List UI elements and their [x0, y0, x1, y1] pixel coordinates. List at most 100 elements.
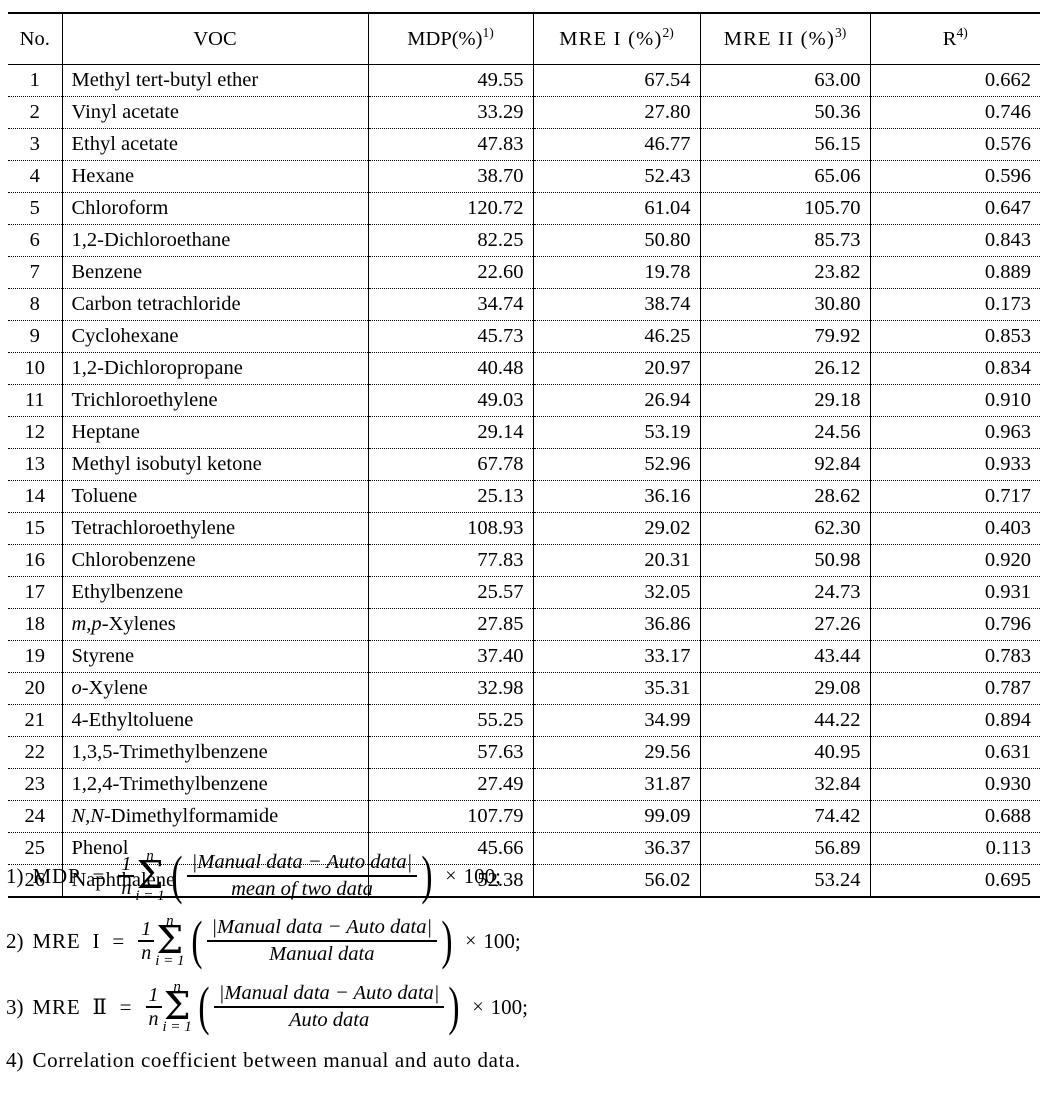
cell-mdp: 67.78 [367, 448, 533, 481]
cell-mre2: 105.70 [699, 192, 870, 225]
cell-r: 0.963 [869, 416, 1040, 449]
cell-mre2: 40.95 [699, 736, 870, 769]
column-header-mre2: MRE II (%)3) [699, 12, 870, 65]
cell-voc-name: 1,2-Dichloroethane [61, 224, 368, 257]
column-header-r: R4) [869, 12, 1040, 65]
cell-no: 18 [8, 608, 62, 641]
cell-no: 12 [8, 416, 62, 449]
cell-mre2: 62.30 [699, 512, 870, 545]
cell-mre1: 46.25 [532, 320, 700, 353]
cell-voc-name: 4-Ethyltoluene [61, 704, 368, 737]
cell-r: 0.403 [869, 512, 1040, 545]
footnote-2-marker: 2) [6, 928, 24, 953]
cell-no: 19 [8, 640, 62, 673]
cell-r: 0.596 [869, 160, 1040, 193]
footnote-1-coef-denominator: n [121, 876, 132, 899]
cell-no: 9 [8, 320, 62, 353]
voc-comparison-table: No. VOC MDP(%)1) MRE I (%)2) MRE II (%)3… [8, 12, 1040, 898]
footnote-1-coefficient: 1 n [118, 853, 135, 899]
footnote-2-roman: I [92, 928, 101, 953]
cell-voc-name: Methyl tert-butyl ether [61, 64, 368, 97]
table-row: 8 Carbon tetrachloride 34.74 38.74 30.80 0.17… [8, 288, 1040, 321]
cell-mdp: 33.29 [367, 96, 533, 129]
cell-r: 0.894 [869, 704, 1040, 737]
cell-r: 0.717 [869, 480, 1040, 513]
multiply-icon: × [465, 929, 477, 952]
footnote-mdp: 1) MDP = 1 n n Σ i = 1 ( |Manual data − … [6, 845, 1041, 907]
voc-italic-prefix: m,p [71, 613, 102, 635]
right-paren-icon: ) [421, 845, 433, 906]
cell-no: 20 [8, 672, 62, 705]
cell-no: 5 [8, 192, 62, 225]
cell-mdp: 27.85 [367, 608, 533, 641]
column-header-mre1-label: MRE I (%) [559, 27, 663, 50]
cell-mre1: 99.09 [532, 800, 700, 833]
cell-mdp: 27.49 [367, 768, 533, 801]
column-header-no-label: No. [19, 27, 50, 50]
footnote-3-coef-numerator: 1 [148, 983, 159, 1006]
cell-mdp: 77.83 [367, 544, 533, 577]
footnote-2-ratio-numerator: |Manual data − Auto data| [211, 916, 433, 939]
table-row: 18 m,p-Xylenes 27.85 36.86 27.26 0.796 [8, 608, 1040, 641]
footnote-2-coefficient: 1 n [138, 918, 155, 964]
table-row: 23 1,2,4-Trimethylbenzene 27.49 31.87 32.84 0… [8, 768, 1040, 801]
cell-mdp: 49.03 [367, 384, 533, 417]
table-page: No. VOC MDP(%)1) MRE I (%)2) MRE II (%)3… [0, 0, 1049, 1110]
footnote-mre1: 2) MRE I = 1 n n Σ i = 1 ( |Manual data … [6, 909, 1041, 973]
table-row: 17 Ethylbenzene 25.57 32.05 24.73 0.931 [8, 576, 1040, 609]
cell-mdp: 82.25 [367, 224, 533, 257]
column-header-mdp-footnote-marker: 1) [482, 24, 494, 40]
cell-voc-name: Benzene [61, 256, 368, 289]
footnote-3-sum-lower-limit: i = 1 [162, 1019, 192, 1036]
cell-mre1: 32.05 [532, 576, 700, 609]
cell-mdp: 47.83 [367, 128, 533, 161]
cell-voc-name: o-Xylene [61, 672, 368, 705]
table-row: 3 Ethyl acetate 47.83 46.77 56.15 0.576 [8, 128, 1040, 161]
cell-mre1: 27.80 [532, 96, 700, 129]
cell-no: 17 [8, 576, 62, 609]
table-row: 7 Benzene 22.60 19.78 23.82 0.889 [8, 256, 1040, 289]
cell-mre1: 33.17 [532, 640, 700, 673]
cell-no: 11 [8, 384, 62, 417]
table-row: 6 1,2-Dichloroethane 82.25 50.80 85.73 0.843 [8, 224, 1040, 257]
footnote-1-formula: 1 n n Σ i = 1 ( |Manual data − Auto data… [118, 845, 501, 906]
cell-no: 21 [8, 704, 62, 737]
voc-italic-prefix: o [71, 677, 82, 699]
footnote-3-ratio-denominator: Auto data [288, 1008, 370, 1031]
cell-no: 16 [8, 544, 62, 577]
cell-mdp: 120.72 [367, 192, 533, 225]
footnote-3-tail: 100; [490, 994, 529, 1019]
cell-mre1: 20.31 [532, 544, 700, 577]
cell-r: 0.662 [869, 64, 1040, 97]
footnote-2-tail: 100; [483, 928, 521, 953]
cell-mre2: 29.18 [699, 384, 870, 417]
cell-mre1: 46.77 [532, 128, 700, 161]
footnotes-block: 1) MDP = 1 n n Σ i = 1 ( |Manual data − … [6, 845, 1041, 1081]
cell-mdp: 38.70 [367, 160, 533, 193]
table-row: 4 Hexane 38.70 52.43 65.06 0.596 [8, 160, 1040, 193]
table-row: 19 Styrene 37.40 33.17 43.44 0.783 [8, 640, 1040, 673]
cell-mdp: 108.93 [367, 512, 533, 545]
cell-mre2: 85.73 [699, 224, 870, 257]
cell-mre2: 23.82 [699, 256, 870, 289]
cell-mdp: 107.79 [367, 800, 533, 833]
footnote-3-roman: Ⅱ [92, 994, 108, 1019]
cell-mre2: 74.42 [699, 800, 870, 833]
cell-r: 0.910 [869, 384, 1040, 417]
cell-mre1: 61.04 [532, 192, 700, 225]
cell-mdp: 40.48 [367, 352, 533, 385]
cell-r: 0.787 [869, 672, 1040, 705]
cell-mdp: 29.14 [367, 416, 533, 449]
footnote-2-summation: n Σ i = 1 [155, 913, 184, 969]
cell-r: 0.688 [869, 800, 1040, 833]
cell-mre2: 43.44 [699, 640, 870, 673]
cell-mre2: 79.92 [699, 320, 870, 353]
table-row: 5 Chloroform 120.72 61.04 105.70 0.647 [8, 192, 1040, 225]
cell-voc-name: Heptane [61, 416, 368, 449]
cell-voc-name: N,N-Dimethylformamide [61, 800, 368, 833]
cell-mre2: 29.08 [699, 672, 870, 705]
column-header-mdp: MDP(%)1) [367, 12, 533, 65]
table-row: 21 4-Ethyltoluene 55.25 34.99 44.22 0.894 [8, 704, 1040, 737]
table-row: 20 o-Xylene 32.98 35.31 29.08 0.787 [8, 672, 1040, 705]
cell-no: 13 [8, 448, 62, 481]
